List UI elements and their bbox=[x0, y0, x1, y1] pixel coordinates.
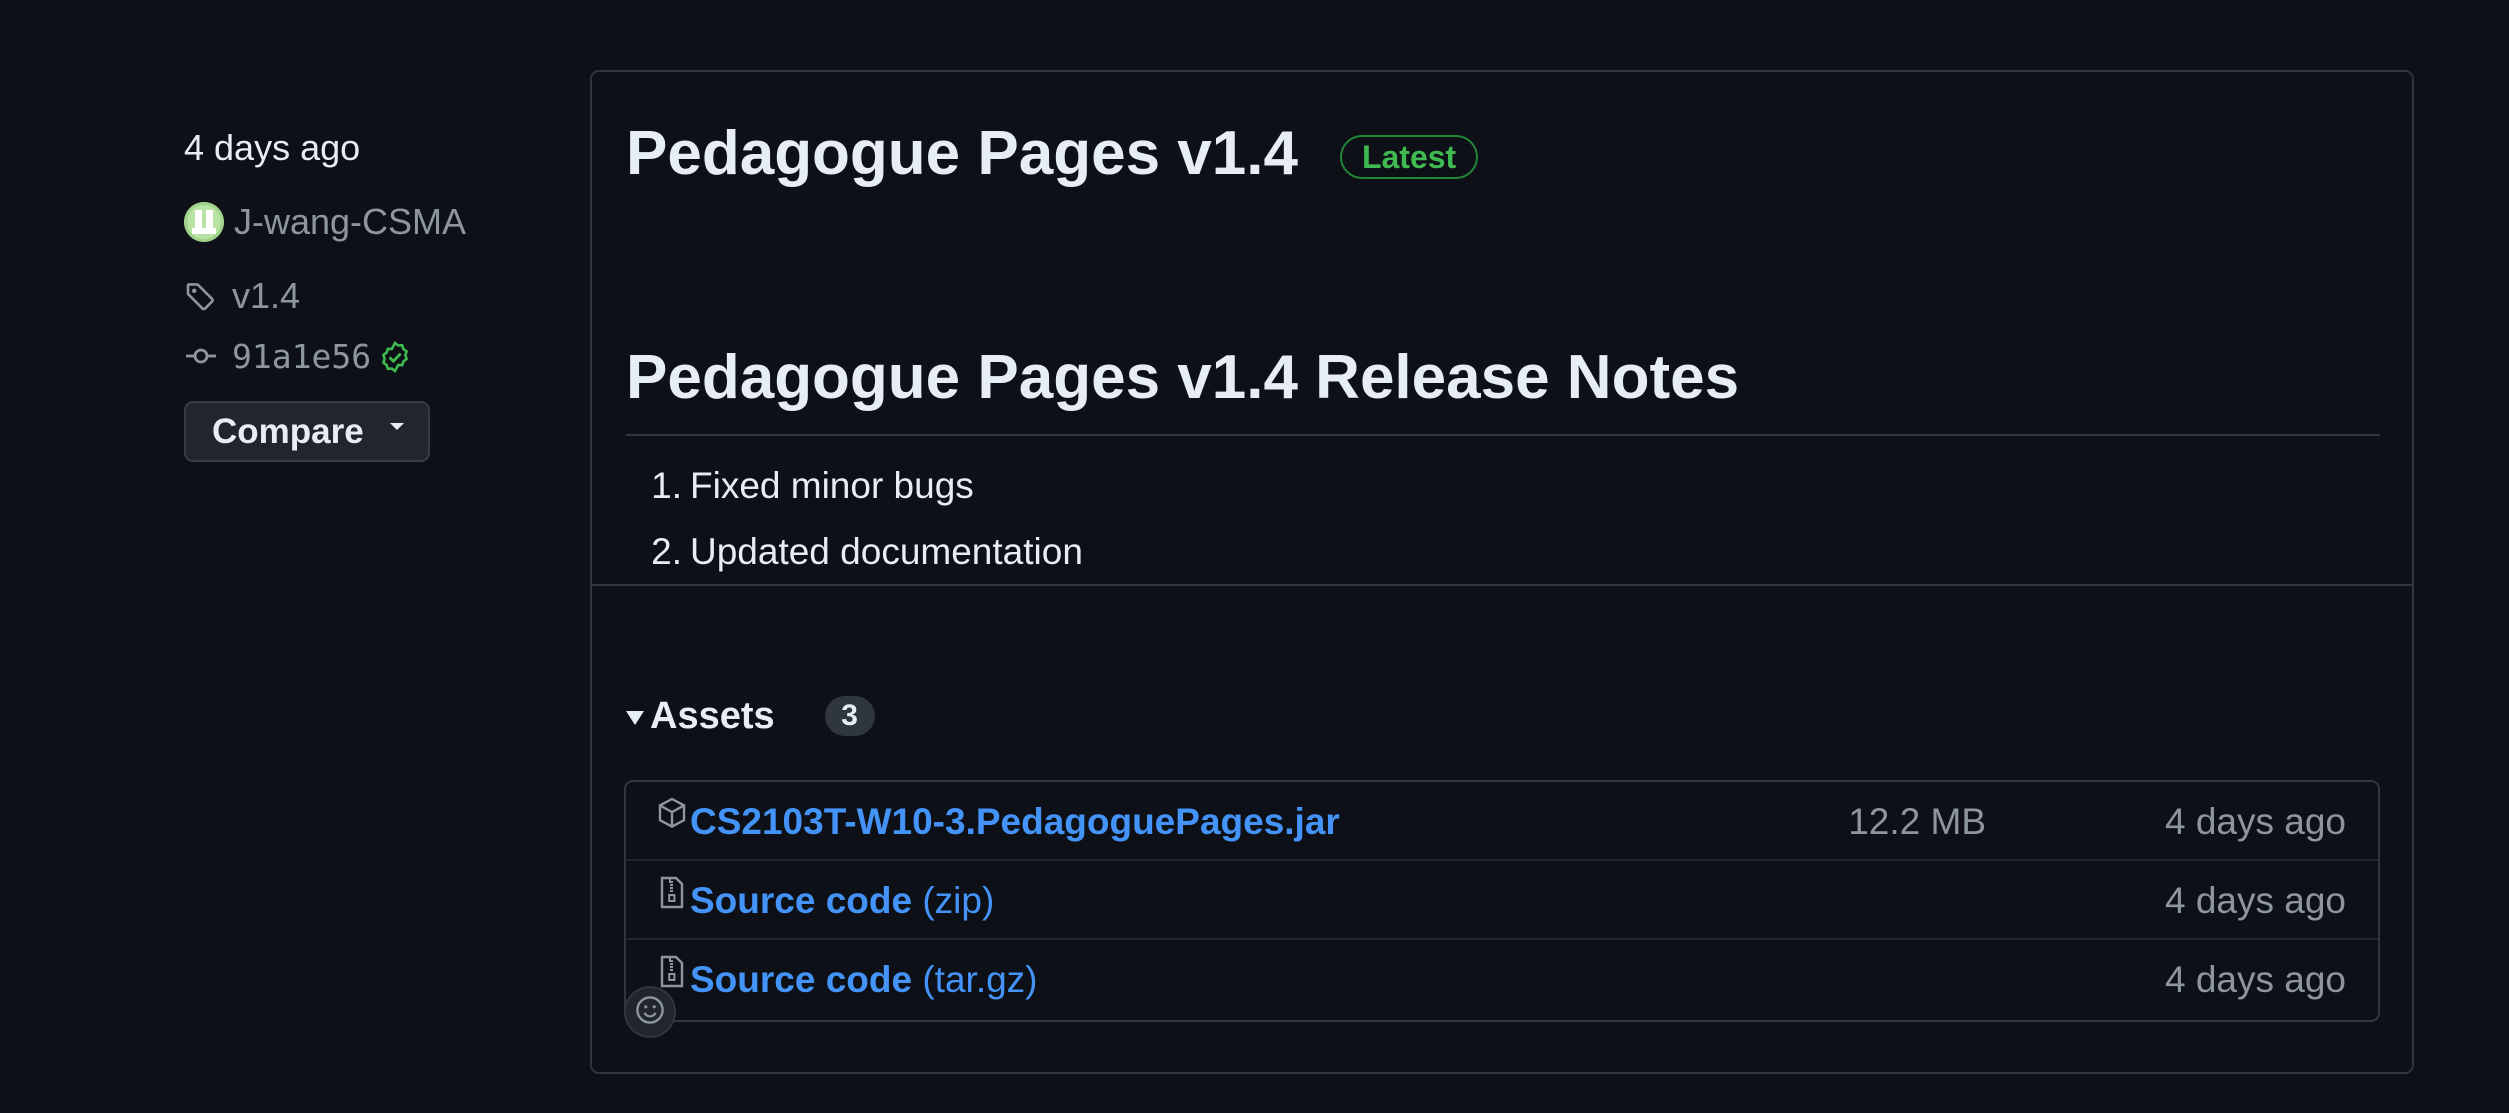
release-notes-list: 1. Fixed minor bugs 2. Updated documentati… bbox=[626, 460, 1083, 592]
assets-label: Assets bbox=[650, 695, 775, 737]
commit-sha[interactable]: 91a1e56 bbox=[232, 337, 371, 376]
compare-label: Compare bbox=[212, 411, 364, 451]
asset-row: Source code (zip) 4 days ago bbox=[626, 861, 2378, 940]
list-number: 1. bbox=[651, 465, 682, 506]
list-item: 2. Updated documentation bbox=[626, 526, 1083, 592]
compare-button[interactable]: Compare bbox=[184, 401, 430, 462]
file-zip-icon bbox=[656, 875, 688, 913]
card-divider bbox=[592, 584, 2412, 586]
list-item: 1. Fixed minor bugs bbox=[626, 460, 1083, 526]
asset-size: 12.2 MB bbox=[1848, 801, 1986, 842]
release-card: Pedagogue Pages v1.4 Latest Pedagogue Pa… bbox=[590, 70, 2414, 1074]
asset-date: 4 days ago bbox=[2164, 801, 2346, 842]
git-commit-icon bbox=[184, 339, 218, 373]
assets-toggle[interactable]: Assets 3 bbox=[626, 690, 875, 742]
commit-link[interactable]: 91a1e56 bbox=[184, 330, 411, 382]
latest-badge: Latest bbox=[1339, 135, 1479, 179]
tag-link[interactable]: v1.4 bbox=[184, 270, 300, 322]
triangle-down-icon bbox=[626, 711, 644, 725]
list-number: 2. bbox=[651, 531, 682, 572]
asset-link[interactable]: Source code (zip) bbox=[690, 861, 994, 940]
release-header: Pedagogue Pages v1.4 Latest bbox=[626, 112, 1479, 196]
asset-row: Source code (tar.gz) 4 days ago bbox=[626, 940, 2378, 1019]
chevron-down-icon bbox=[390, 423, 404, 430]
list-text: Fixed minor bugs bbox=[690, 465, 974, 506]
asset-date: 4 days ago bbox=[2164, 880, 2346, 921]
notes-heading: Pedagogue Pages v1.4 Release Notes bbox=[626, 343, 1740, 412]
release-title[interactable]: Pedagogue Pages v1.4 bbox=[626, 112, 1298, 196]
asset-row: CS2103T-W10-3.PedagoguePages.jar 12.2 MB… bbox=[626, 782, 2378, 861]
assets-count-badge: 3 bbox=[824, 696, 875, 736]
author-name[interactable]: J-wang-CSMA bbox=[234, 201, 466, 243]
smiley-icon bbox=[634, 994, 666, 1031]
file-zip-icon bbox=[656, 954, 688, 992]
assets-list: CS2103T-W10-3.PedagoguePages.jar 12.2 MB… bbox=[624, 780, 2380, 1022]
release-page: 4 days ago J-wang-CSMA v1.4 91a1e56 Comp… bbox=[0, 0, 2509, 1113]
add-reaction-button[interactable] bbox=[624, 986, 676, 1038]
asset-date: 4 days ago bbox=[2164, 959, 2346, 1000]
tag-name[interactable]: v1.4 bbox=[232, 275, 300, 317]
list-text: Updated documentation bbox=[690, 531, 1083, 572]
verified-icon[interactable] bbox=[379, 340, 411, 373]
package-icon bbox=[656, 796, 688, 834]
tag-icon bbox=[184, 279, 218, 313]
notes-divider bbox=[626, 434, 2380, 436]
asset-link[interactable]: Source code (tar.gz) bbox=[690, 940, 1038, 1019]
asset-link[interactable]: CS2103T-W10-3.PedagoguePages.jar bbox=[690, 782, 1340, 861]
avatar bbox=[184, 202, 224, 242]
release-date: 4 days ago bbox=[184, 127, 361, 168]
author-link[interactable]: J-wang-CSMA bbox=[184, 196, 466, 248]
